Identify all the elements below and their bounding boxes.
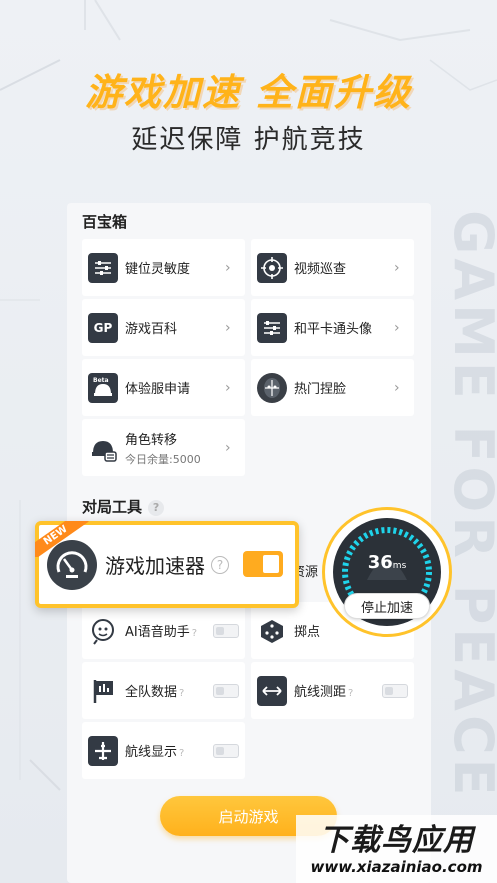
beta-helmet-icon: Beta — [88, 372, 118, 403]
tool-label: 全队数据? — [125, 685, 185, 700]
chevron-right-icon: › — [225, 319, 231, 336]
card-video-patrol[interactable]: 视频巡查 › — [251, 239, 414, 296]
new-badge: NEW — [35, 521, 89, 557]
remaining-quota: 今日余量:5000 — [125, 452, 201, 466]
ai-voice-toggle[interactable] — [213, 623, 239, 638]
card-cartoon-avatar[interactable]: 和平卡通头像 › — [251, 299, 414, 356]
chevron-right-icon: › — [225, 259, 231, 276]
watermark-url: www.xiazainiao.com — [310, 858, 483, 876]
side-watermark-text: GAME FOR PEACE — [442, 210, 497, 800]
svg-text:Beta: Beta — [93, 377, 109, 384]
card-title: 角色转移 — [125, 432, 178, 448]
tool-label: 航线测距? — [294, 685, 354, 700]
match-tools-label: 对局工具 — [82, 498, 143, 516]
toggle-knob — [263, 555, 279, 573]
tool-team-data[interactable]: 全队数据? — [82, 662, 245, 719]
card-face-customize[interactable]: 热门捏脸 › — [251, 359, 414, 416]
accelerator-popup: NEW 游戏加速器 ? — [35, 521, 299, 608]
sliders-icon — [88, 252, 118, 283]
chevron-right-icon: › — [225, 379, 231, 396]
plane-icon — [88, 735, 118, 766]
help-icon[interactable]: ? — [179, 748, 184, 759]
card-key-sensitivity[interactable]: 键位灵敏度 › — [82, 239, 245, 296]
match-tools-title: 对局工具? — [82, 496, 165, 517]
tool-label: AI语音助手? — [125, 625, 198, 640]
card-label: 热门捏脸 — [294, 382, 347, 397]
card-label: 视频巡查 — [294, 262, 347, 277]
tool-label: 航线显示? — [125, 745, 185, 760]
latency-value: 36ms — [367, 552, 407, 573]
tool-route-distance[interactable]: 航线测距? — [251, 662, 414, 719]
tool-route-display[interactable]: 航线显示? — [82, 722, 245, 779]
accelerator-label: 游戏加速器 — [105, 554, 205, 578]
help-icon[interactable]: ? — [348, 688, 353, 699]
help-icon[interactable]: ? — [148, 499, 165, 516]
card-label: 键位灵敏度 — [125, 262, 191, 277]
site-watermark: 下载鸟应用 www.xiazainiao.com — [296, 815, 497, 883]
card-label: 体验服申请 — [125, 382, 191, 397]
chevron-right-icon: › — [394, 259, 400, 276]
route-display-toggle[interactable] — [213, 743, 239, 758]
tool-ai-voice[interactable]: AI语音助手? — [82, 602, 245, 659]
watermark-title: 下载鸟应用 — [319, 823, 474, 858]
distance-icon — [257, 675, 287, 706]
team-data-toggle[interactable] — [213, 683, 239, 698]
accelerator-toggle[interactable] — [243, 551, 283, 577]
dice-icon — [257, 616, 287, 646]
ai-voice-icon — [88, 616, 118, 646]
sliders-icon — [257, 312, 287, 343]
chevron-right-icon: › — [225, 439, 231, 456]
team-data-icon — [88, 676, 118, 706]
help-icon[interactable]: ? — [192, 628, 197, 639]
treasure-box-title: 百宝箱 — [82, 213, 128, 231]
gp-book-icon: GP — [88, 312, 118, 343]
target-icon — [257, 252, 287, 283]
chevron-right-icon: › — [394, 319, 400, 336]
card-label: 游戏百科 — [125, 322, 178, 337]
card-role-transfer[interactable]: 角色转移 今日余量:5000 › — [82, 419, 245, 476]
card-game-wiki[interactable]: GP 游戏百科 › — [82, 299, 245, 356]
route-distance-toggle[interactable] — [382, 683, 408, 698]
card-label: 角色转移 今日余量:5000 — [125, 429, 225, 467]
card-beta-apply[interactable]: Beta 体验服申请 › — [82, 359, 245, 416]
transfer-icon — [88, 433, 118, 463]
card-label: 和平卡通头像 — [294, 322, 373, 337]
help-icon[interactable]: ? — [211, 555, 229, 574]
hero-subtitle: 延迟保障 护航竞技 — [131, 125, 366, 155]
chevron-right-icon: › — [394, 379, 400, 396]
face-icon — [257, 372, 287, 403]
stop-acceleration-button[interactable]: 停止加速 — [344, 593, 430, 619]
help-icon[interactable]: ? — [179, 688, 184, 699]
hero-title: 游戏加速 全面升级 — [85, 71, 412, 114]
